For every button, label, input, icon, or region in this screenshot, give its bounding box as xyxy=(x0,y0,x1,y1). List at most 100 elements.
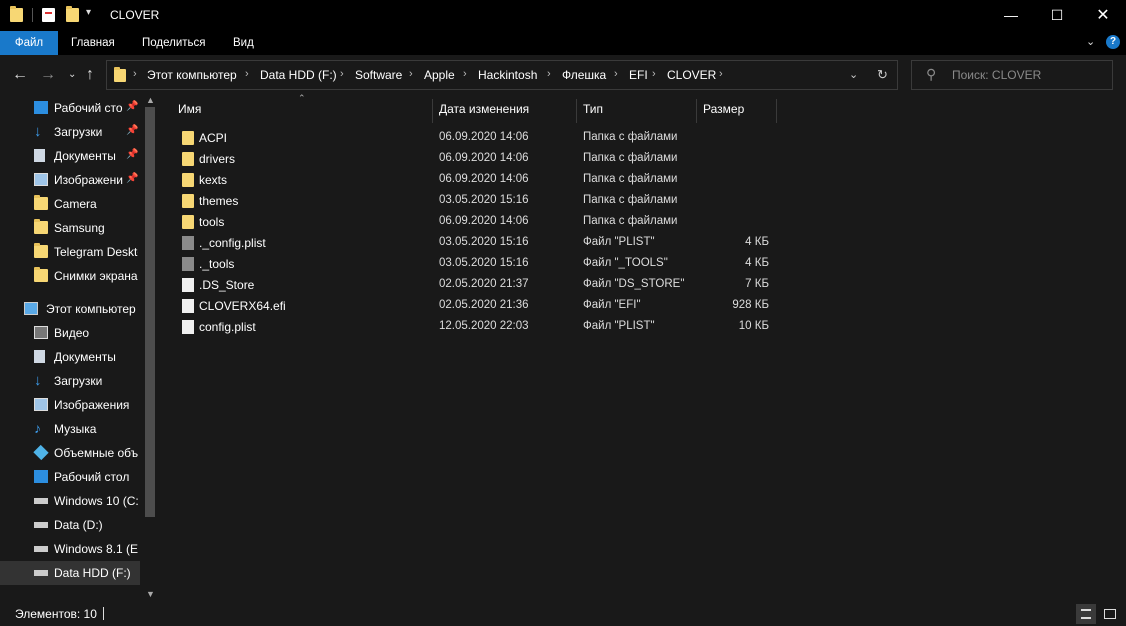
file-row[interactable]: config.plist 12.05.2020 22:03 Файл "PLIS… xyxy=(178,317,938,338)
breadcrumb-item[interactable]: Data HDD (F:) xyxy=(260,68,337,82)
column-divider[interactable] xyxy=(432,99,433,123)
breadcrumb-separator-icon[interactable]: › xyxy=(652,68,656,80)
file-row[interactable]: drivers 06.09.2020 14:06 Папка с файлами xyxy=(178,149,938,170)
sidebar-item-downloads-pc[interactable]: ↓ Загрузки xyxy=(0,369,140,393)
folder-icon xyxy=(182,173,194,187)
help-icon[interactable]: ? xyxy=(1106,35,1120,49)
recent-locations-chevron-icon[interactable]: ⌄ xyxy=(68,65,76,85)
search-box[interactable]: ⚲ Поиск: CLOVER xyxy=(911,60,1113,90)
folder-icon xyxy=(34,219,48,234)
close-button[interactable]: ✕ xyxy=(1080,0,1126,31)
search-placeholder[interactable]: Поиск: CLOVER xyxy=(952,68,1041,82)
expand-ribbon-icon[interactable]: ⌄ xyxy=(1086,35,1095,48)
sidebar-item-desktop[interactable]: Рабочий сто 📌 xyxy=(0,96,140,120)
breadcrumb-separator-icon[interactable]: › xyxy=(340,68,344,80)
scroll-down-icon[interactable]: ▼ xyxy=(146,589,155,599)
sidebar-item-desktop-pc[interactable]: Рабочий стол xyxy=(0,465,140,489)
file-name: ._tools xyxy=(199,257,235,271)
details-view-button[interactable] xyxy=(1076,604,1096,624)
folder-icon xyxy=(34,267,48,282)
sidebar-item-drive-c[interactable]: Windows 10 (C:) xyxy=(0,489,140,513)
sidebar-item-videos[interactable]: Видео xyxy=(0,321,140,345)
sidebar-item-screenshots[interactable]: Снимки экрана xyxy=(0,264,140,288)
sidebar-item-samsung[interactable]: Samsung xyxy=(0,216,140,240)
refresh-icon[interactable]: ↻ xyxy=(877,67,888,83)
forward-arrow-icon[interactable]: → xyxy=(40,65,56,85)
sidebar-item-camera[interactable]: Camera xyxy=(0,192,140,216)
column-divider[interactable] xyxy=(576,99,577,123)
breadcrumb-item[interactable]: Apple xyxy=(424,68,455,82)
back-arrow-icon[interactable]: ← xyxy=(12,65,28,85)
sidebar-item-drive-e[interactable]: Windows 8.1 (E:) xyxy=(0,537,140,561)
sidebar-item-downloads[interactable]: ↓ Загрузки 📌 xyxy=(0,120,140,144)
address-history-chevron-icon[interactable]: ⌄ xyxy=(849,68,858,81)
scroll-up-icon[interactable]: ▲ xyxy=(146,95,155,105)
breadcrumb-item[interactable]: Этот компьютер xyxy=(147,68,237,82)
sidebar-item-pictures-pc[interactable]: Изображения xyxy=(0,393,140,417)
file-row[interactable]: ACPI 06.09.2020 14:06 Папка с файлами xyxy=(178,128,938,149)
column-header-name[interactable]: Имя xyxy=(178,102,201,116)
sidebar-item-documents-pc[interactable]: Документы xyxy=(0,345,140,369)
breadcrumb-separator-icon[interactable]: › xyxy=(547,68,551,80)
sidebar-item-pictures[interactable]: Изображени 📌 xyxy=(0,168,140,192)
new-folder-icon[interactable] xyxy=(66,6,79,22)
divider xyxy=(32,8,33,22)
breadcrumb-item[interactable]: Software xyxy=(355,68,402,82)
minimize-button[interactable]: — xyxy=(988,0,1034,31)
sidebar-item-3d-objects[interactable]: Объемные объ xyxy=(0,441,140,465)
maximize-button[interactable]: ☐ xyxy=(1034,0,1080,31)
address-bar[interactable]: › Этот компьютер › Data HDD (F:) › Softw… xyxy=(106,60,898,90)
breadcrumb-item[interactable]: CLOVER xyxy=(667,68,716,82)
file-row[interactable]: kexts 06.09.2020 14:06 Папка с файлами xyxy=(178,170,938,191)
large-icons-view-button[interactable] xyxy=(1100,604,1120,624)
computer-icon xyxy=(24,302,38,315)
sidebar-item-documents[interactable]: Документы 📌 xyxy=(0,144,140,168)
tab-home[interactable]: Главная xyxy=(71,31,115,55)
large-icons-view-icon xyxy=(1104,609,1116,619)
tab-share[interactable]: Поделиться xyxy=(142,31,206,55)
quick-access-dropdown-icon[interactable]: ▾ xyxy=(86,7,91,18)
column-divider[interactable] xyxy=(696,99,697,123)
file-row[interactable]: themes 03.05.2020 15:16 Папка с файлами xyxy=(178,191,938,212)
video-icon xyxy=(34,326,48,339)
file-icon xyxy=(182,299,194,313)
properties-icon[interactable] xyxy=(42,8,55,22)
scrollbar-thumb[interactable] xyxy=(145,107,155,517)
sidebar-item-this-pc[interactable]: Этот компьютер xyxy=(0,297,140,321)
desktop-icon xyxy=(34,470,48,483)
breadcrumb-separator-icon[interactable]: › xyxy=(614,68,618,80)
sidebar-item-drive-f[interactable]: Data HDD (F:) xyxy=(0,561,140,585)
breadcrumb-separator-icon[interactable]: › xyxy=(245,68,249,80)
sidebar-scrollbar[interactable]: ▲ ▼ xyxy=(142,95,158,602)
file-name: themes xyxy=(199,194,239,208)
sidebar-item-label: Data HDD (F:) xyxy=(54,566,131,580)
sidebar-item-label: Windows 10 (C:) xyxy=(54,494,138,508)
breadcrumb-separator-icon[interactable]: › xyxy=(463,68,467,80)
column-header-type[interactable]: Тип xyxy=(583,102,603,116)
sidebar-item-drive-d[interactable]: Data (D:) xyxy=(0,513,140,537)
file-size: 4 КБ xyxy=(745,257,769,269)
breadcrumb-separator-icon[interactable]: › xyxy=(719,68,723,80)
drive-icon xyxy=(34,546,48,552)
tab-file[interactable]: Файл xyxy=(0,31,58,55)
breadcrumb-item[interactable]: Флешка xyxy=(562,68,606,82)
column-header-size[interactable]: Размер xyxy=(703,102,744,116)
breadcrumb-item[interactable]: Hackintosh xyxy=(478,68,537,82)
up-arrow-icon[interactable]: ↑ xyxy=(86,65,94,85)
breadcrumb-separator-icon[interactable]: › xyxy=(133,68,137,80)
sidebar-item-label: Документы xyxy=(54,350,116,364)
window-title: CLOVER xyxy=(110,8,160,22)
column-divider[interactable] xyxy=(776,99,777,123)
file-row[interactable]: ._tools 03.05.2020 15:16 Файл "_TOOLS" 4… xyxy=(178,254,938,275)
sidebar-item-music[interactable]: ♪ Музыка xyxy=(0,417,140,441)
column-header-date[interactable]: Дата изменения xyxy=(439,102,529,116)
file-row[interactable]: ._config.plist 03.05.2020 15:16 Файл "PL… xyxy=(178,233,938,254)
file-row[interactable]: CLOVERX64.efi 02.05.2020 21:36 Файл "EFI… xyxy=(178,296,938,317)
sidebar-item-telegram[interactable]: Telegram Deskto xyxy=(0,240,140,264)
file-row[interactable]: tools 06.09.2020 14:06 Папка с файлами xyxy=(178,212,938,233)
breadcrumb-separator-icon[interactable]: › xyxy=(409,68,413,80)
pin-icon: 📌 xyxy=(126,125,139,136)
tab-view[interactable]: Вид xyxy=(233,31,254,55)
file-row[interactable]: .DS_Store 02.05.2020 21:37 Файл "DS_STOR… xyxy=(178,275,938,296)
breadcrumb-item[interactable]: EFI xyxy=(629,68,648,82)
